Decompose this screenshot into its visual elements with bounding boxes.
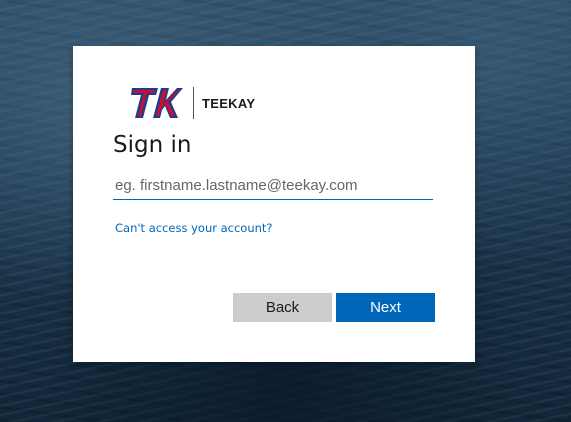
cant-access-account-link[interactable]: Can't access your account? xyxy=(115,221,273,235)
next-button[interactable]: Next xyxy=(336,293,435,322)
page-title: Sign in xyxy=(113,132,192,158)
email-input[interactable] xyxy=(113,172,433,200)
signin-card: TEEKAY Sign in Can't access your account… xyxy=(73,46,475,362)
company-name: TEEKAY xyxy=(202,95,256,111)
company-logo: TEEKAY xyxy=(131,87,255,119)
teekay-logo-mark xyxy=(131,88,183,118)
back-button[interactable]: Back xyxy=(233,293,332,322)
logo-divider xyxy=(193,87,194,119)
